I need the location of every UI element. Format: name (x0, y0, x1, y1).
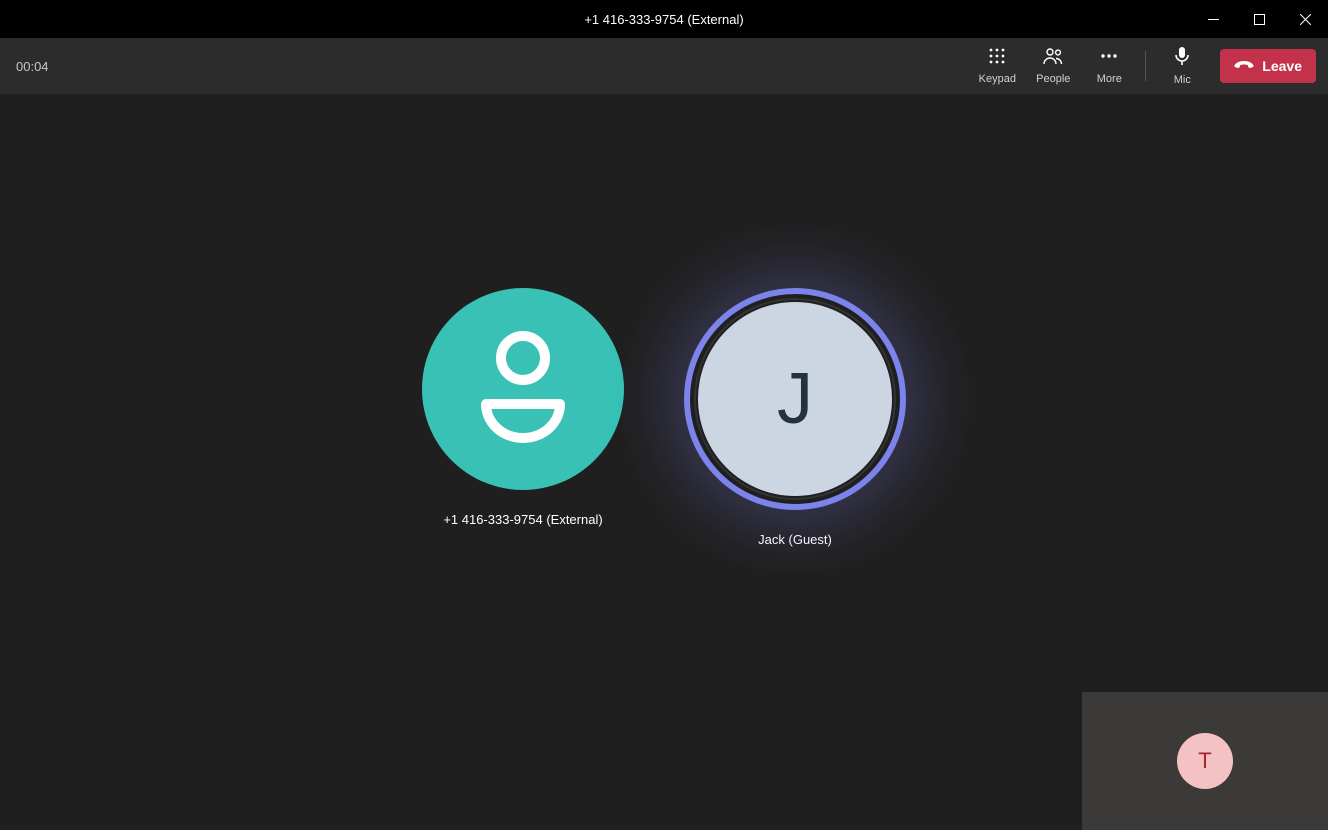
keypad-icon (988, 47, 1006, 70)
call-window: +1 416-333-9754 (External) 00:04 (0, 0, 1328, 830)
mic-button[interactable]: Mic (1154, 38, 1210, 94)
call-stage: +1 416-333-9754 (External) J Jack (Guest… (0, 94, 1328, 830)
toolbar-divider (1145, 51, 1146, 81)
leave-button[interactable]: Leave (1220, 49, 1316, 83)
participants-row: +1 416-333-9754 (External) J Jack (Guest… (422, 288, 906, 547)
call-timer: 00:04 (16, 59, 49, 74)
keypad-button[interactable]: Keypad (969, 38, 1025, 94)
people-label: People (1036, 73, 1070, 85)
participant-jack[interactable]: J Jack (Guest) (684, 288, 906, 547)
more-icon (1100, 47, 1118, 70)
minimize-button[interactable] (1190, 0, 1236, 38)
avatar-external (422, 288, 624, 490)
titlebar: +1 416-333-9754 (External) (0, 0, 1328, 38)
more-label: More (1097, 73, 1122, 85)
window-controls (1190, 0, 1328, 38)
avatar-speaking-wrap: J (684, 288, 906, 510)
leave-label: Leave (1262, 58, 1302, 74)
call-toolbar: 00:04 Keypad People (0, 38, 1328, 94)
maximize-button[interactable] (1236, 0, 1282, 38)
self-avatar-initial: T (1198, 748, 1211, 774)
self-avatar: T (1177, 733, 1233, 789)
avatar-inner-ring (694, 298, 896, 500)
self-view[interactable]: T (1082, 692, 1328, 830)
window-title: +1 416-333-9754 (External) (584, 12, 743, 27)
mic-icon (1173, 46, 1191, 71)
mic-label: Mic (1174, 74, 1191, 86)
keypad-label: Keypad (979, 73, 1016, 85)
more-button[interactable]: More (1081, 38, 1137, 94)
participant-label: Jack (Guest) (758, 532, 832, 547)
person-icon (468, 326, 578, 451)
people-icon (1043, 47, 1063, 70)
people-button[interactable]: People (1025, 38, 1081, 94)
participant-label: +1 416-333-9754 (External) (443, 512, 602, 527)
hangup-icon (1234, 58, 1254, 74)
participant-external[interactable]: +1 416-333-9754 (External) (422, 288, 624, 527)
close-button[interactable] (1282, 0, 1328, 38)
